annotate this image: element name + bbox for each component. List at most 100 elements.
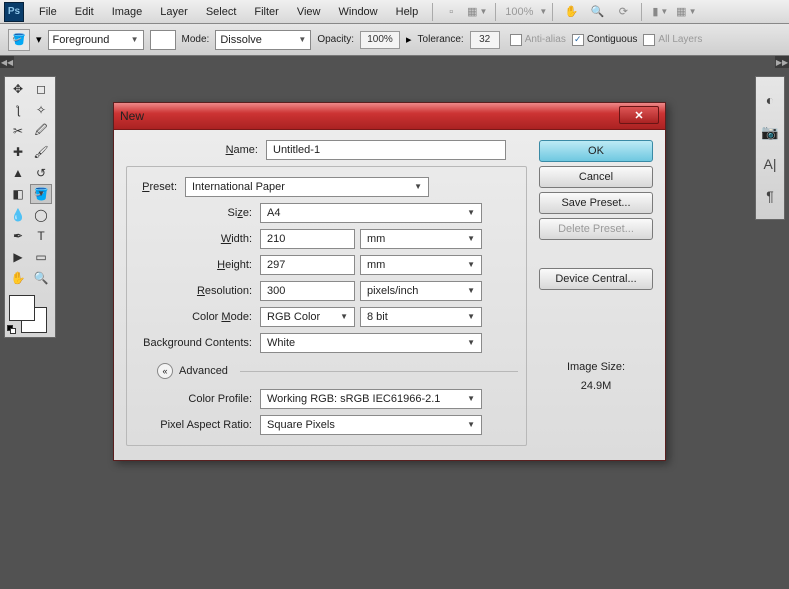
cancel-button[interactable]: Cancel	[539, 166, 653, 188]
hand-tool[interactable]: ✋	[7, 268, 29, 288]
magic-wand-tool[interactable]: ✧	[30, 100, 52, 120]
close-button[interactable]: ✕	[619, 106, 659, 124]
brush-tool[interactable]: 🖌	[30, 142, 52, 162]
paragraph-panel-icon[interactable]: ¶	[761, 187, 779, 205]
height-input[interactable]: 297	[260, 255, 355, 275]
image-size-label: Image Size:	[539, 358, 653, 377]
path-select-tool[interactable]: ▶	[7, 247, 29, 267]
lasso-tool[interactable]: ƪ	[7, 100, 29, 120]
panel-collapse-right[interactable]: ▶▶	[775, 56, 789, 68]
antialias-label: Anti-alias	[525, 34, 566, 45]
paint-bucket-icon[interactable]: 🪣	[8, 29, 30, 51]
separator	[552, 3, 553, 21]
all-layers-checkbox[interactable]	[643, 34, 655, 46]
bg-contents-label: Background Contents:	[135, 337, 260, 349]
color-depth-select[interactable]: 8 bit	[360, 307, 482, 327]
blend-mode-select[interactable]: Dissolve▼	[215, 30, 311, 50]
pen-tool[interactable]: ✒	[7, 226, 29, 246]
crop-tool[interactable]: ✂	[7, 121, 29, 141]
advanced-label: Advanced	[179, 365, 228, 377]
opacity-flyout[interactable]: ▸	[406, 33, 412, 46]
chevron-down-icon[interactable]: ▼	[539, 7, 547, 16]
menu-help[interactable]: Help	[387, 3, 428, 21]
menu-view[interactable]: View	[288, 3, 330, 21]
panel-collapse-left[interactable]: ◀◀	[0, 56, 14, 68]
opacity-input[interactable]: 100%	[360, 31, 400, 49]
width-unit-select[interactable]: mm	[360, 229, 482, 249]
toolbox: ✥ ◻ ƪ ✧ ✂ 🖉 ✚ 🖌 ▲ ↺ ◧ 🪣 💧 ◯ ✒ T ▶ ▭ ✋ 🔍	[4, 76, 56, 338]
menu-filter[interactable]: Filter	[245, 3, 287, 21]
ok-button[interactable]: OK	[539, 140, 653, 162]
miniapp-icon[interactable]: ▦▼	[468, 4, 486, 20]
blur-tool[interactable]: 💧	[7, 205, 29, 225]
rotate-icon[interactable]: ⟳	[614, 4, 632, 20]
eraser-tool[interactable]: ◧	[7, 184, 29, 204]
dialog-title-bar[interactable]: New ✕	[114, 103, 665, 130]
device-central-button[interactable]: Device Central...	[539, 268, 653, 290]
zoom-tool[interactable]: 🔍	[30, 268, 52, 288]
menu-edit[interactable]: Edit	[66, 3, 103, 21]
all-layers-label: All Layers	[658, 34, 702, 45]
color-profile-select[interactable]: Working RGB: sRGB IEC61966-2.1	[260, 389, 482, 409]
separator	[495, 3, 496, 21]
eyedropper-tool[interactable]: 🖉	[30, 121, 52, 141]
tolerance-input[interactable]: 32	[470, 31, 500, 49]
stamp-tool[interactable]: ▲	[7, 163, 29, 183]
fg-bg-colors[interactable]	[7, 293, 53, 335]
separator	[432, 3, 433, 21]
delete-preset-button[interactable]: Delete Preset...	[539, 218, 653, 240]
fill-color-swatch[interactable]	[150, 30, 176, 50]
preset-select[interactable]: International Paper	[185, 177, 429, 197]
color-mode-select[interactable]: RGB Color	[260, 307, 355, 327]
fg-color-swatch[interactable]	[9, 295, 35, 321]
default-colors-icon[interactable]	[7, 325, 17, 335]
type-tool[interactable]: T	[30, 226, 52, 246]
menu-layer[interactable]: Layer	[151, 3, 197, 21]
paint-bucket-tool[interactable]: 🪣	[30, 184, 52, 204]
history-panel-icon[interactable]: ◐	[761, 91, 779, 109]
name-input[interactable]: Untitled-1	[266, 140, 506, 160]
resolution-input[interactable]: 300	[260, 281, 355, 301]
pixel-aspect-select[interactable]: Square Pixels	[260, 415, 482, 435]
bg-contents-select[interactable]: White	[260, 333, 482, 353]
width-input[interactable]: 210	[260, 229, 355, 249]
fill-source-select[interactable]: Foreground▼	[48, 30, 144, 50]
zoom-level[interactable]: 100%	[505, 6, 533, 18]
dodge-tool[interactable]: ◯	[30, 205, 52, 225]
antialias-checkbox[interactable]	[510, 34, 522, 46]
size-select[interactable]: A4	[260, 203, 482, 223]
screen-mode-icon[interactable]: ▮▼	[651, 4, 669, 20]
opacity-label: Opacity:	[317, 34, 354, 45]
save-preset-button[interactable]: Save Preset...	[539, 192, 653, 214]
dialog-title: New	[120, 109, 144, 123]
heal-tool[interactable]: ✚	[7, 142, 29, 162]
shape-tool[interactable]: ▭	[30, 247, 52, 267]
height-label: Height:	[135, 259, 260, 271]
right-panel-strip: ◐ 📷 A| ¶	[755, 76, 785, 220]
menu-file[interactable]: File	[30, 3, 66, 21]
snapshot-panel-icon[interactable]: 📷	[761, 123, 779, 141]
marquee-tool[interactable]: ◻	[30, 79, 52, 99]
height-unit-select[interactable]: mm	[360, 255, 482, 275]
zoom-icon[interactable]: 🔍	[588, 4, 606, 20]
history-brush-tool[interactable]: ↺	[30, 163, 52, 183]
contiguous-label: Contiguous	[587, 34, 638, 45]
tool-preset-dropdown[interactable]: ▾	[36, 33, 42, 46]
resolution-unit-select[interactable]: pixels/inch	[360, 281, 482, 301]
app-logo: Ps	[4, 2, 24, 22]
image-size-value: 24.9M	[539, 377, 653, 396]
menu-window[interactable]: Window	[330, 3, 387, 21]
bridge-icon[interactable]: ▫	[442, 4, 460, 20]
fill-source-value: Foreground	[53, 34, 110, 46]
color-profile-label: Color Profile:	[135, 393, 260, 405]
advanced-toggle[interactable]: «	[157, 363, 173, 379]
hand-icon[interactable]: ✋	[562, 4, 580, 20]
character-panel-icon[interactable]: A|	[761, 155, 779, 173]
menu-select[interactable]: Select	[197, 3, 246, 21]
menu-image[interactable]: Image	[103, 3, 152, 21]
contiguous-checkbox[interactable]: ✓	[572, 34, 584, 46]
move-tool[interactable]: ✥	[7, 79, 29, 99]
separator	[641, 3, 642, 21]
divider	[240, 371, 518, 372]
arrange-icon[interactable]: ▦▼	[677, 4, 695, 20]
